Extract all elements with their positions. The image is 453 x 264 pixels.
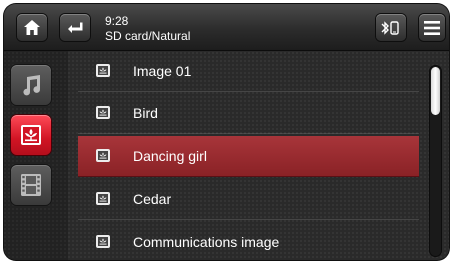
video-category-button[interactable]	[11, 165, 51, 205]
list-item-label: Bird	[133, 105, 158, 121]
list-scrollbar[interactable]	[429, 65, 442, 257]
current-location: SD card/Natural	[105, 29, 191, 43]
back-button[interactable]	[60, 14, 90, 41]
picture-file-icon	[96, 192, 110, 205]
top-bar: 9:28 SD card/Natural	[4, 4, 449, 51]
category-sidebar	[4, 51, 68, 260]
list-item[interactable]: Image 01	[78, 51, 419, 92]
list-item-label: Cedar	[133, 191, 172, 207]
list-item[interactable]: Cedar	[78, 179, 419, 220]
bluetooth-button[interactable]	[376, 14, 406, 41]
list-item-selected[interactable]: Dancing girl	[78, 136, 419, 177]
list-item[interactable]: Bird	[78, 93, 419, 134]
music-note-icon	[23, 75, 41, 96]
menu-button[interactable]	[419, 14, 445, 41]
bluetooth-icon	[381, 20, 399, 35]
picture-file-icon	[96, 235, 110, 248]
picture-file-icon	[96, 106, 110, 119]
picture-icon	[21, 125, 41, 145]
list-item-label: Image 01	[133, 63, 192, 79]
clock-time: 9:28	[105, 14, 129, 28]
back-arrow-icon	[68, 22, 83, 33]
home-button[interactable]	[17, 14, 47, 41]
media-player-screen: 9:28 SD card/Natural Image 01 Bird Danci…	[4, 4, 449, 260]
list-item-label: Dancing girl	[133, 148, 207, 164]
menu-icon	[424, 20, 440, 35]
picture-file-icon	[96, 64, 110, 77]
list-item-label: Communications image	[133, 234, 280, 250]
home-icon	[24, 20, 40, 35]
music-category-button[interactable]	[11, 65, 51, 105]
picture-file-list: Image 01 Bird Dancing girl Cedar Communi…	[78, 51, 419, 260]
film-icon	[21, 174, 41, 196]
pictures-category-button[interactable]	[11, 115, 51, 155]
scrollbar-thumb[interactable]	[431, 67, 440, 115]
list-item[interactable]: Communications image	[78, 222, 419, 260]
picture-file-icon	[96, 149, 110, 162]
